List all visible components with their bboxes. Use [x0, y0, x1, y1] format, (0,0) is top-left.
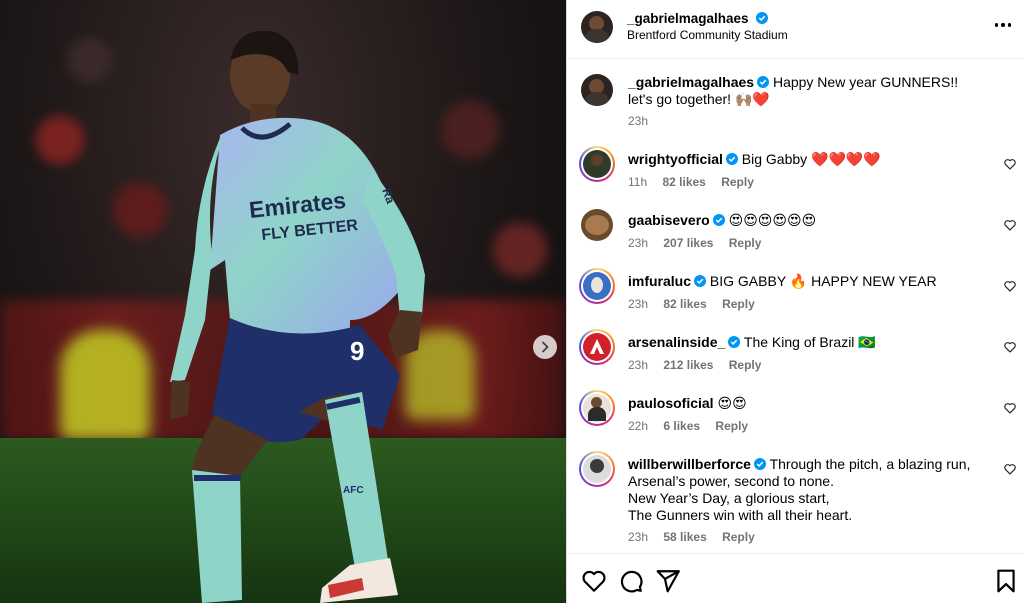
comment-body-line: The Gunners win with all their heart.: [628, 507, 853, 523]
caption-time[interactable]: 23h: [628, 114, 648, 128]
comment-meta: 23h 82 likes Reply: [628, 297, 767, 311]
more-options-button[interactable]: [989, 14, 1017, 36]
comment-likes[interactable]: 58 likes: [663, 530, 706, 544]
comment-likes[interactable]: 207 likes: [663, 236, 713, 250]
comment-username[interactable]: arsenalinside_: [628, 334, 725, 350]
comment-like-heart-icon[interactable]: [1003, 340, 1017, 354]
comment-username[interactable]: wrightyofficial: [628, 151, 723, 167]
verified-badge-icon: [728, 336, 741, 348]
comment-username[interactable]: willberwillberforce: [628, 456, 751, 472]
comment-icon[interactable]: [618, 568, 644, 594]
reply-button[interactable]: Reply: [729, 358, 762, 372]
comment-body: The King of Brazil 🇧🇷: [743, 334, 876, 350]
comment-time[interactable]: 23h: [628, 236, 648, 250]
reply-button[interactable]: Reply: [722, 530, 755, 544]
comment-like-heart-icon[interactable]: [1003, 462, 1017, 476]
caption-meta: 23h: [628, 114, 660, 128]
comment-like-heart-icon[interactable]: [1003, 279, 1017, 293]
post-photo[interactable]: Emirates FLY BETTER Ra 9 AFC: [0, 0, 566, 603]
verified-badge-icon: [753, 458, 766, 470]
more-dot: [1007, 23, 1012, 27]
comment-text: gaabisevero 😍😍😍😍😍😍: [628, 212, 978, 229]
heart-icon[interactable]: [581, 568, 607, 594]
comment-text: arsenalinside_ The King of Brazil 🇧🇷: [628, 334, 978, 351]
caption-username[interactable]: _gabrielmagalhaes: [628, 74, 754, 90]
reply-button[interactable]: Reply: [729, 236, 762, 250]
comment-meta: 23h 58 likes Reply: [628, 530, 767, 544]
post-sidebar: _gabrielmagalhaes Brentford Community St…: [566, 0, 1024, 603]
comment-avatar[interactable]: [579, 390, 615, 426]
comment-meta: 11h 82 likes Reply: [628, 175, 766, 189]
comment-time[interactable]: 23h: [628, 358, 648, 372]
comment-text: wrightyofficial Big Gabby ❤️❤️❤️❤️: [628, 151, 978, 168]
verified-badge-icon: [712, 214, 725, 226]
bookmark-icon[interactable]: [993, 568, 1019, 594]
comment-body-line: Arsenal’s power, second to none.: [628, 473, 834, 489]
reply-button[interactable]: Reply: [722, 297, 755, 311]
comment-like-heart-icon[interactable]: [1003, 218, 1017, 232]
more-dot: [994, 23, 999, 27]
comment-body: Through the pitch, a blazing run,: [769, 456, 971, 472]
comment-likes[interactable]: 82 likes: [662, 175, 705, 189]
comment-time[interactable]: 23h: [628, 297, 648, 311]
shorts-number: 9: [350, 336, 364, 366]
comment-avatar[interactable]: [579, 146, 615, 182]
instagram-post-view: Emirates FLY BETTER Ra 9 AFC _gabrielmag…: [0, 0, 1024, 603]
comment-meta: 22h 6 likes Reply: [628, 419, 760, 433]
chevron-right-icon: [542, 341, 549, 353]
comment-avatar[interactable]: [579, 329, 615, 365]
comment-like-heart-icon[interactable]: [1003, 401, 1017, 415]
post-location[interactable]: Brentford Community Stadium: [627, 28, 788, 42]
comment-avatar[interactable]: [579, 451, 615, 487]
author-name-row: _gabrielmagalhaes: [627, 10, 769, 28]
comment-body: BIG GABBY 🔥 HAPPY NEW YEAR: [709, 273, 937, 289]
verified-badge-icon: [757, 76, 770, 88]
comment-body: Big Gabby ❤️❤️❤️❤️: [741, 151, 881, 167]
sock-print: AFC: [343, 485, 364, 496]
comment-body: 😍😍: [717, 395, 747, 411]
comment-text: imfuraluc BIG GABBY 🔥 HAPPY NEW YEAR: [628, 273, 978, 290]
more-dot: [1001, 23, 1005, 27]
player-figure: Emirates FLY BETTER Ra 9 AFC: [170, 30, 425, 603]
reply-button[interactable]: Reply: [721, 175, 754, 189]
steward-blur: [60, 330, 150, 440]
caption-avatar[interactable]: [581, 74, 613, 106]
author-avatar[interactable]: [581, 11, 613, 43]
comment-like-heart-icon[interactable]: [1003, 157, 1017, 171]
share-icon[interactable]: [655, 568, 681, 594]
comment-body: 😍😍😍😍😍😍: [728, 212, 817, 228]
comment-likes[interactable]: 212 likes: [663, 358, 713, 372]
verified-badge-icon: [694, 275, 707, 287]
comment-text: willberwillberforce Through the pitch, a…: [628, 456, 978, 524]
comment-meta: 23h 207 likes Reply: [628, 236, 773, 250]
comment-avatar[interactable]: [581, 209, 613, 241]
comment-time[interactable]: 11h: [628, 175, 647, 189]
comment-avatar[interactable]: [579, 268, 615, 304]
reply-button[interactable]: Reply: [715, 419, 748, 433]
comment-text: paulosoficial 😍😍: [628, 395, 978, 412]
arsenal-inside-logo-icon: [590, 339, 604, 354]
comment-time[interactable]: 22h: [628, 419, 648, 433]
comment-likes[interactable]: 82 likes: [663, 297, 706, 311]
verified-badge-icon: [725, 153, 738, 165]
verified-badge-icon: [756, 12, 769, 24]
comment-username[interactable]: paulosoficial: [628, 395, 714, 411]
comment-username[interactable]: imfuraluc: [628, 273, 691, 289]
caption-text: _gabrielmagalhaes Happy New year GUNNERS…: [628, 74, 978, 108]
comment-username[interactable]: gaabisevero: [628, 212, 710, 228]
next-photo-button[interactable]: [533, 335, 557, 359]
comment-time[interactable]: 23h: [628, 530, 648, 544]
post-action-bar: [567, 553, 1024, 603]
comment-likes[interactable]: 6 likes: [663, 419, 700, 433]
comment-body-line: New Year’s Day, a glorious start,: [628, 490, 830, 506]
comment-meta: 23h 212 likes Reply: [628, 358, 773, 372]
post-header: _gabrielmagalhaes Brentford Community St…: [567, 0, 1024, 59]
author-username[interactable]: _gabrielmagalhaes: [627, 11, 749, 26]
